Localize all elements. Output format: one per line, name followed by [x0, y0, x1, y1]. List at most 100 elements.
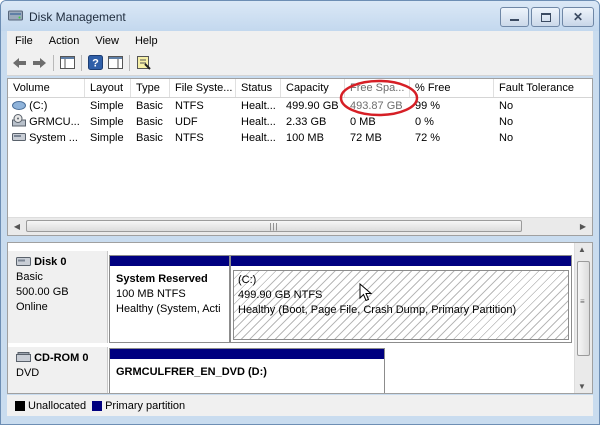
fault-tolerance-cell: No	[499, 116, 514, 128]
file-system-cell: NTFS	[175, 100, 204, 112]
scroll-left-icon[interactable]: ◀	[10, 220, 24, 233]
menu-help[interactable]: Help	[127, 35, 166, 47]
help-button[interactable]: ?	[87, 54, 104, 71]
disk-management-window: Disk Management ✕ File Action View Help …	[0, 0, 600, 425]
table-row[interactable]: GRMCU... Simple Basic UDF Healt... 2.33 …	[8, 114, 592, 130]
hard-disk-icon	[16, 257, 31, 266]
cd-rom-0-label[interactable]: CD-ROM 0 DVD	[8, 347, 108, 393]
primary-partition-swatch	[92, 400, 103, 411]
drive-icon	[12, 101, 26, 110]
column-type[interactable]: Type	[131, 79, 170, 97]
partition-c-drive[interactable]: (C:) 499.90 GB NTFS Healthy (Boot, Page …	[230, 255, 572, 343]
percent-free-cell: 0 %	[415, 116, 434, 128]
toolbar-separator	[53, 55, 54, 71]
column-file-system[interactable]: File Syste...	[170, 79, 236, 97]
column-status[interactable]: Status	[236, 79, 281, 97]
volume-name: (C:)	[29, 100, 48, 112]
grip-icon: |||	[269, 221, 279, 231]
file-system-cell: NTFS	[175, 132, 204, 144]
partition-title: GRMCULFRER_EN_DVD (D:)	[116, 366, 267, 378]
volume-cell: System ...	[8, 130, 85, 146]
menu-view[interactable]: View	[87, 35, 127, 47]
show-hide-tree-button[interactable]	[59, 54, 76, 71]
legend: Unallocated Primary partition	[7, 395, 593, 416]
toolbar: ?	[7, 51, 593, 76]
percent-free-cell: 72 %	[415, 132, 441, 144]
vertical-scroll-thumb[interactable]: ≡	[577, 261, 590, 356]
scroll-down-icon[interactable]: ▼	[578, 382, 586, 391]
partition-status: Healthy (System, Acti	[116, 303, 221, 315]
minimize-icon	[510, 18, 519, 21]
volume-cell: (C:)	[8, 98, 85, 114]
free-space-highlight-circle	[339, 79, 419, 117]
volume-name: System ...	[29, 132, 78, 144]
close-button[interactable]: ✕	[562, 7, 594, 27]
column-layout[interactable]: Layout	[85, 79, 131, 97]
partition-title: System Reserved	[116, 273, 208, 285]
disk-name: Disk 0	[34, 256, 67, 268]
horizontal-scroll-thumb[interactable]: |||	[26, 220, 522, 232]
scroll-right-icon[interactable]: ▶	[576, 220, 590, 233]
close-icon: ✕	[572, 10, 584, 24]
menu-file[interactable]: File	[7, 35, 41, 47]
back-arrow-icon	[13, 57, 26, 68]
grip-icon: ≡	[580, 297, 585, 306]
type-cell: Basic	[136, 100, 163, 112]
legend-unallocated: Unallocated	[28, 399, 87, 412]
type-cell: Basic	[136, 132, 163, 144]
help-icon: ?	[88, 55, 103, 70]
partition-status: Healthy (Boot, Page File, Crash Dump, Pr…	[238, 304, 517, 316]
capacity-cell: 100 MB	[286, 132, 324, 144]
column-volume[interactable]: Volume	[8, 79, 85, 97]
toolbar-separator	[129, 55, 130, 71]
partition-system-reserved[interactable]: System Reserved 100 MB NTFS Healthy (Sys…	[109, 255, 230, 343]
primary-partition-bar	[231, 256, 571, 266]
fault-tolerance-cell: No	[499, 132, 514, 144]
capacity-cell: 499.90 GB	[286, 100, 339, 112]
free-space-cell: 72 MB	[350, 132, 382, 144]
table-row[interactable]: System ... Simple Basic NTFS Healt... 10…	[8, 130, 592, 146]
column-percent-free[interactable]: % Free	[410, 79, 494, 97]
scroll-up-icon[interactable]: ▲	[578, 245, 586, 254]
column-capacity[interactable]: Capacity	[281, 79, 345, 97]
table-row[interactable]: (C:) Simple Basic NTFS Healt... 499.90 G…	[8, 98, 592, 114]
partition-dvd-drive[interactable]: GRMCULFRER_EN_DVD (D:)	[109, 348, 385, 393]
console-tree-icon	[60, 56, 75, 69]
partition-info: System Reserved 100 MB NTFS Healthy (Sys…	[112, 270, 227, 340]
disk-0-label[interactable]: Disk 0 Basic 500.00 GB Online	[8, 251, 108, 343]
maximize-button[interactable]	[531, 7, 560, 27]
layout-cell: Simple	[90, 100, 124, 112]
status-cell: Healt...	[241, 100, 276, 112]
forward-button[interactable]	[31, 54, 48, 71]
properties-button[interactable]	[135, 54, 152, 71]
partition-title: (C:)	[238, 274, 257, 286]
disk-management-icon	[8, 10, 23, 21]
percent-free-cell: 99 %	[415, 100, 441, 112]
show-hide-action-pane-button[interactable]	[107, 54, 124, 71]
status-cell: Healt...	[241, 116, 276, 128]
disk-size: 500.00 GB	[16, 286, 69, 298]
fault-tolerance-cell: No	[499, 100, 514, 112]
partition-info: GRMCULFRER_EN_DVD (D:)	[112, 363, 382, 391]
minimize-button[interactable]	[500, 7, 529, 27]
maximize-icon	[540, 12, 551, 22]
drive-icon	[12, 133, 26, 141]
unallocated-swatch	[15, 400, 25, 411]
capacity-cell: 2.33 GB	[286, 116, 327, 128]
cd-drive-icon	[16, 352, 31, 362]
disk-state: Online	[16, 301, 48, 313]
type-cell: Basic	[136, 116, 163, 128]
column-fault-tolerance[interactable]: Fault Tolerance	[494, 79, 592, 97]
svg-text:?: ?	[92, 58, 99, 70]
title-bar[interactable]: Disk Management ✕	[1, 1, 599, 31]
menu-bar: File Action View Help	[7, 31, 593, 51]
volume-list-horizontal-scrollbar[interactable]: ◀ ||| ▶	[8, 217, 592, 235]
volume-name: GRMCU...	[29, 116, 80, 128]
volume-list-header: Volume Layout Type File Syste... Status …	[8, 79, 592, 98]
primary-partition-bar	[110, 256, 229, 266]
partition-detail: 499.90 GB NTFS	[238, 289, 323, 301]
window-title: Disk Management	[29, 10, 126, 24]
back-button[interactable]	[11, 54, 28, 71]
disk-view-vertical-scrollbar[interactable]: ▲ ≡ ▼	[574, 243, 592, 393]
menu-action[interactable]: Action	[41, 35, 88, 47]
